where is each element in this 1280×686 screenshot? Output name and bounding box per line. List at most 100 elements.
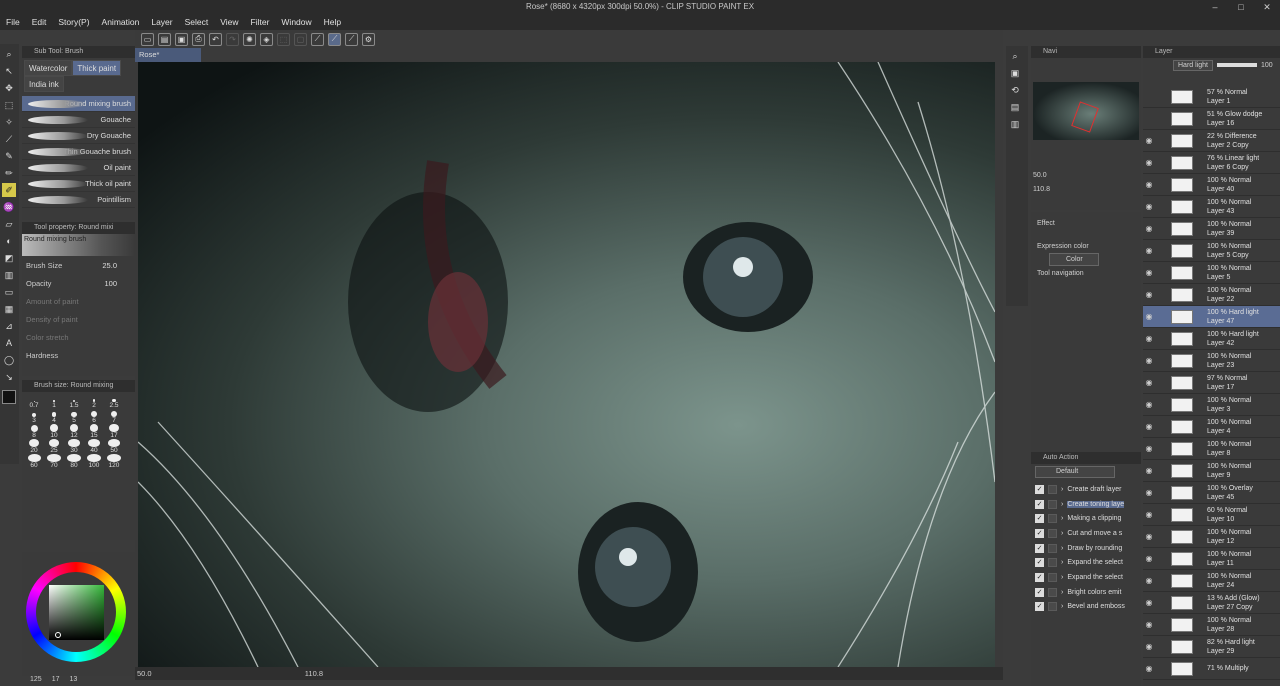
auto-action-item[interactable]: ✓ › Draw by rounding bbox=[1031, 541, 1141, 556]
visibility-eye-icon[interactable]: ◉ bbox=[1143, 268, 1155, 277]
navigator-preview[interactable] bbox=[1033, 82, 1139, 140]
eraser-icon[interactable]: ▱ bbox=[2, 217, 16, 231]
menu-help[interactable]: Help bbox=[318, 17, 347, 27]
selection-tool-icon[interactable]: ⬚ bbox=[2, 98, 16, 112]
layer-row[interactable]: ◉ 76 % Linear light Layer 6 Copy bbox=[1143, 152, 1280, 174]
layer-row[interactable]: ◉ 100 % Normal Layer 4 bbox=[1143, 416, 1280, 438]
opacity-row[interactable]: Opacity 100 bbox=[22, 274, 135, 292]
layer-row[interactable]: ◉ 100 % Normal Layer 43 bbox=[1143, 196, 1280, 218]
visibility-eye-icon[interactable]: ◉ bbox=[1143, 290, 1155, 299]
tab-thick-paint[interactable]: Thick paint bbox=[72, 60, 122, 76]
menu-file[interactable]: File bbox=[0, 17, 26, 27]
layer-row[interactable]: ◉ 100 % Normal Layer 23 bbox=[1143, 350, 1280, 372]
expand-icon[interactable]: › bbox=[1061, 530, 1063, 537]
menu-story[interactable]: Story(P) bbox=[52, 17, 95, 27]
dialog-toggle[interactable] bbox=[1048, 543, 1057, 553]
pen-icon[interactable]: ✎ bbox=[2, 149, 16, 163]
dialog-toggle[interactable] bbox=[1048, 572, 1057, 582]
brush-size-preset[interactable]: 2 bbox=[84, 394, 104, 409]
operation-tool-icon[interactable]: ↖ bbox=[2, 64, 16, 78]
search-icon[interactable]: ⌕ bbox=[1008, 49, 1022, 63]
visibility-eye-icon[interactable]: ◉ bbox=[1143, 334, 1155, 343]
close-icon[interactable]: ✕ bbox=[1254, 0, 1280, 14]
maximize-icon[interactable]: □ bbox=[1228, 0, 1254, 14]
layer-row[interactable]: ◉ 71 % Multiply bbox=[1143, 658, 1280, 680]
visibility-eye-icon[interactable]: ◉ bbox=[1143, 488, 1155, 497]
brush-size-row[interactable]: Brush Size 25.0 bbox=[22, 256, 135, 274]
auto-action-item[interactable]: ✓ › Expand the select bbox=[1031, 555, 1141, 570]
auto-action-item[interactable]: ✓ › Create toning laye bbox=[1031, 497, 1141, 512]
frame-icon[interactable]: ▦ bbox=[2, 302, 16, 316]
auto-action-item[interactable]: ✓ › Cut and move a s bbox=[1031, 526, 1141, 541]
expand-icon[interactable]: › bbox=[1061, 486, 1063, 493]
layer-row[interactable]: ◉ 100 % Hard light Layer 42 bbox=[1143, 328, 1280, 350]
balloon-icon[interactable]: ◯ bbox=[2, 353, 16, 367]
gradient-icon[interactable]: ▥ bbox=[2, 268, 16, 282]
visibility-eye-icon[interactable]: ◉ bbox=[1143, 400, 1155, 409]
brush-size-preset[interactable]: 60 bbox=[24, 454, 44, 469]
brush-size-preset[interactable]: 7 bbox=[104, 409, 124, 424]
brush-size-preset[interactable]: 20 bbox=[24, 439, 44, 454]
layer-row[interactable]: 51 % Glow dodge Layer 16 bbox=[1143, 108, 1280, 130]
visibility-eye-icon[interactable]: ◉ bbox=[1143, 378, 1155, 387]
brush-size-preset[interactable]: 1.5 bbox=[64, 394, 84, 409]
visibility-eye-icon[interactable]: ◉ bbox=[1143, 180, 1155, 189]
dialog-toggle[interactable] bbox=[1048, 484, 1057, 494]
nav-angle[interactable]: 110.8 bbox=[1033, 186, 1050, 193]
menu-animation[interactable]: Animation bbox=[96, 17, 146, 27]
color-mode-select[interactable]: Color bbox=[1049, 253, 1099, 266]
brush-thin-gouache[interactable]: Thin Gouache brush bbox=[22, 144, 135, 160]
open-icon[interactable]: ▤ bbox=[158, 32, 171, 46]
expand-icon[interactable]: › bbox=[1061, 515, 1063, 522]
pencil-icon[interactable]: ✏ bbox=[2, 166, 16, 180]
expand-icon[interactable]: › bbox=[1061, 603, 1063, 610]
visibility-eye-icon[interactable]: ◉ bbox=[1143, 246, 1155, 255]
layer-row[interactable]: ◉ 100 % Normal Layer 11 bbox=[1143, 548, 1280, 570]
eyedropper-icon[interactable]: ⟋ bbox=[2, 132, 16, 146]
brush-size-preset[interactable]: 1 bbox=[44, 394, 64, 409]
enable-checkbox[interactable]: ✓ bbox=[1035, 543, 1044, 553]
airbrush-icon[interactable]: ♒ bbox=[2, 200, 16, 214]
brush-size-preset[interactable]: 8 bbox=[24, 424, 44, 439]
blend-mode-select[interactable]: Hard light bbox=[1173, 59, 1213, 71]
undo-icon[interactable]: ↶ bbox=[209, 32, 222, 46]
brush-size-preset[interactable]: 12 bbox=[64, 424, 84, 439]
new-file-icon[interactable]: ▭ bbox=[141, 32, 154, 46]
visibility-eye-icon[interactable]: ◉ bbox=[1143, 642, 1155, 651]
action-set-select[interactable]: Default bbox=[1035, 466, 1115, 478]
main-color-swatch[interactable] bbox=[2, 390, 16, 404]
menu-window[interactable]: Window bbox=[275, 17, 317, 27]
amount-of-paint-row[interactable]: Amount of paint bbox=[22, 292, 135, 310]
layer-row[interactable]: ◉ 100 % Normal Layer 5 bbox=[1143, 262, 1280, 284]
brush-size-preset[interactable]: 80 bbox=[64, 454, 84, 469]
layer-row[interactable]: ◉ 100 % Normal Layer 28 bbox=[1143, 614, 1280, 636]
print-icon[interactable]: ⎙ bbox=[192, 32, 205, 46]
visibility-eye-icon[interactable]: ◉ bbox=[1143, 510, 1155, 519]
color-stretch-row[interactable]: Color stretch bbox=[22, 328, 135, 346]
info-icon[interactable]: ▥ bbox=[1008, 117, 1022, 131]
menu-select[interactable]: Select bbox=[179, 17, 215, 27]
opacity-slider[interactable] bbox=[1216, 63, 1257, 67]
expand-icon[interactable]: › bbox=[1061, 559, 1063, 566]
nav-zoom[interactable]: 50.0 bbox=[1033, 172, 1047, 179]
zoom-tool-icon[interactable]: ⌕ bbox=[2, 47, 16, 61]
dialog-toggle[interactable] bbox=[1048, 558, 1057, 568]
layer-property-icon[interactable]: ▤ bbox=[1008, 100, 1022, 114]
expand-icon[interactable]: › bbox=[1061, 589, 1063, 596]
transform-icon[interactable]: ⬚ bbox=[277, 32, 290, 46]
density-of-paint-row[interactable]: Density of paint bbox=[22, 310, 135, 328]
auto-action-item[interactable]: ✓ › Bright colors emit bbox=[1031, 585, 1141, 600]
move-tool-icon[interactable]: ✥ bbox=[2, 81, 16, 95]
save-icon[interactable]: ▣ bbox=[175, 32, 188, 46]
visibility-eye-icon[interactable]: ◉ bbox=[1143, 532, 1155, 541]
visibility-eye-icon[interactable]: ◉ bbox=[1143, 158, 1155, 167]
brush-size-preset[interactable]: 3 bbox=[24, 409, 44, 424]
clear-icon[interactable]: ✺ bbox=[243, 32, 256, 46]
visibility-eye-icon[interactable]: ◉ bbox=[1143, 224, 1155, 233]
brush-size-preset[interactable]: 25 bbox=[44, 439, 64, 454]
layer-row[interactable]: ◉ 100 % Normal Layer 40 bbox=[1143, 174, 1280, 196]
brush-size-preset[interactable]: 6 bbox=[84, 409, 104, 424]
enable-checkbox[interactable]: ✓ bbox=[1035, 528, 1044, 538]
brush-size-preset[interactable]: 50 bbox=[104, 439, 124, 454]
visibility-eye-icon[interactable]: ◉ bbox=[1143, 576, 1155, 585]
